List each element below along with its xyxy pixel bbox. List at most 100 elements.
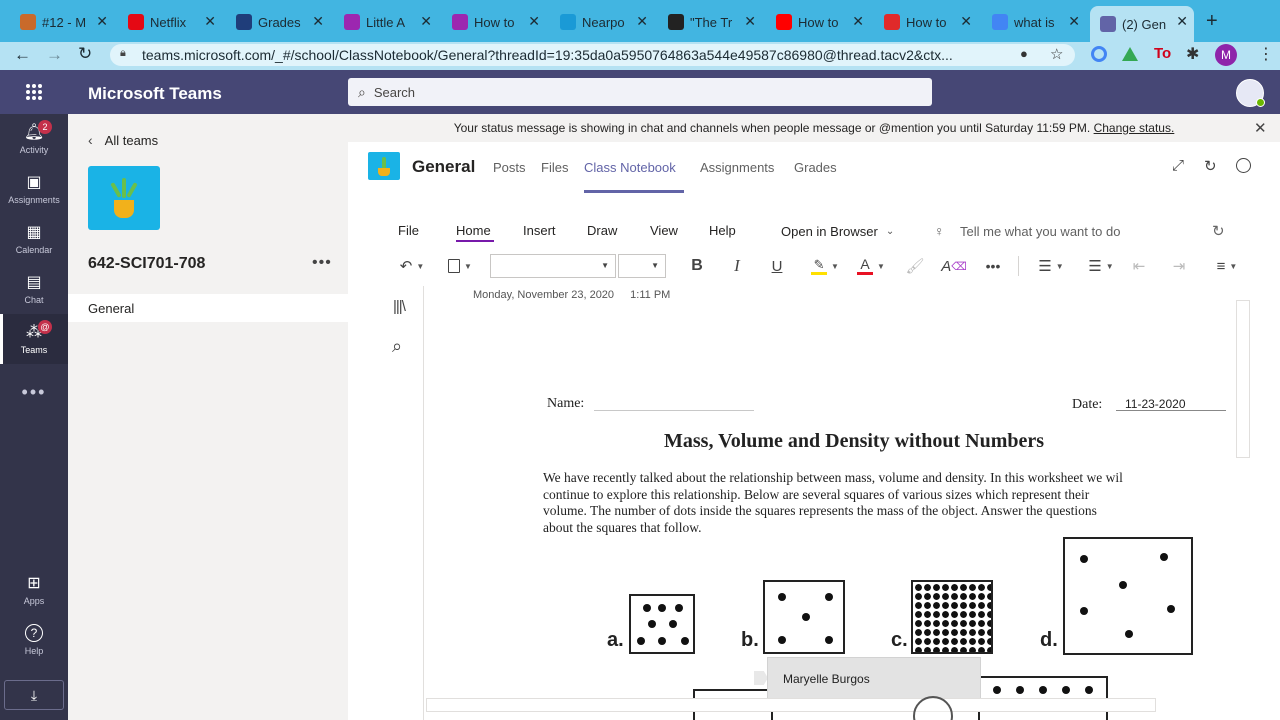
- close-tab-icon[interactable]: ✕: [852, 13, 864, 30]
- extension-google-icon[interactable]: [1091, 46, 1107, 62]
- more-options-button[interactable]: •••: [982, 256, 1004, 276]
- browser-tab[interactable]: Little A ✕: [334, 6, 438, 38]
- bookmark-star-icon[interactable]: ☆: [1050, 45, 1063, 63]
- font-size-select[interactable]: ▼: [618, 254, 666, 278]
- app-launcher-icon[interactable]: [26, 84, 42, 100]
- menu-help[interactable]: Help: [709, 223, 736, 238]
- menu-home[interactable]: Home: [456, 223, 491, 238]
- menu-file[interactable]: File: [398, 223, 419, 238]
- vertical-scrollbar[interactable]: [1236, 300, 1250, 458]
- close-tab-icon[interactable]: ✕: [1176, 13, 1188, 30]
- rail-item-activity[interactable]: 🔔︎ Activity 2: [0, 114, 68, 164]
- extension-drive-icon[interactable]: [1122, 47, 1138, 61]
- close-tab-icon[interactable]: ✕: [636, 13, 648, 30]
- browser-tab[interactable]: Nearpo ✕: [550, 6, 654, 38]
- font-family-select[interactable]: ▼: [490, 254, 616, 278]
- underline-button[interactable]: U: [766, 256, 788, 276]
- tab-posts[interactable]: Posts: [493, 160, 526, 175]
- expand-icon[interactable]: ⤢: [1172, 157, 1184, 174]
- all-teams-link[interactable]: ‹ All teams: [88, 132, 158, 148]
- new-tab-button[interactable]: +: [1206, 10, 1218, 33]
- bold-button[interactable]: B: [686, 256, 708, 276]
- close-tab-icon[interactable]: ✕: [744, 13, 756, 30]
- extension-t-icon[interactable]: To: [1154, 45, 1171, 62]
- channel-general[interactable]: General: [68, 294, 348, 322]
- tab-grades[interactable]: Grades: [794, 160, 837, 175]
- change-status-link[interactable]: Change status.: [1094, 121, 1175, 135]
- tell-me-input[interactable]: Tell me what you want to do: [960, 224, 1120, 239]
- tab-assignments[interactable]: Assignments: [700, 160, 774, 175]
- clear-format-icon: A: [941, 257, 952, 275]
- font-color-button[interactable]: A ▼: [852, 256, 890, 276]
- browser-tab[interactable]: Grades ✕: [226, 6, 330, 38]
- refresh-icon[interactable]: ↻: [1204, 157, 1217, 175]
- date-line: [1116, 410, 1226, 411]
- browser-tab[interactable]: How to ✕: [442, 6, 546, 38]
- back-button[interactable]: ←: [14, 45, 31, 65]
- close-tab-icon[interactable]: ✕: [1068, 13, 1080, 30]
- browser-tab-label: #12 - M: [42, 14, 87, 30]
- rail-item-apps[interactable]: ⊞ Apps: [0, 565, 68, 615]
- menu-insert[interactable]: Insert: [523, 223, 556, 238]
- profile-avatar[interactable]: M: [1215, 44, 1237, 66]
- browser-tab[interactable]: How to ✕: [874, 6, 978, 38]
- rail-item-teams[interactable]: ⁂ Teams @: [0, 314, 68, 364]
- close-tab-icon[interactable]: ✕: [528, 13, 540, 30]
- netflix-icon: [128, 14, 144, 30]
- horizontal-scrollbar[interactable]: [426, 698, 1156, 712]
- bullets-button[interactable]: ☰ ▼: [1032, 256, 1070, 276]
- menu-view[interactable]: View: [650, 223, 678, 238]
- close-tab-icon[interactable]: ✕: [96, 13, 108, 30]
- team-more-options-icon[interactable]: •••: [312, 254, 332, 272]
- clear-formatting-button[interactable]: A ⌫: [941, 256, 967, 276]
- notebook-side-panel: |||\ ⌕: [348, 286, 424, 720]
- browser-tab[interactable]: what is ✕: [982, 6, 1086, 38]
- browser-menu-icon[interactable]: ⋮: [1258, 44, 1274, 64]
- globe-icon[interactable]: [1236, 158, 1251, 173]
- rail-item-assignments[interactable]: ▣ Assignments: [0, 164, 68, 214]
- square-label-d: d.: [1040, 629, 1058, 651]
- close-tab-icon[interactable]: ✕: [420, 13, 432, 30]
- rail-item-label: Activity: [19, 145, 49, 155]
- open-in-browser-button[interactable]: Open in Browser ⌄: [781, 224, 894, 239]
- browser-tab[interactable]: How to ✕: [766, 6, 870, 38]
- download-app-button[interactable]: ⤓: [4, 680, 64, 710]
- rail-item-help[interactable]: ? Help: [0, 615, 68, 665]
- url-field[interactable]: 🔒︎ teams.microsoft.com/_#/school/ClassNo…: [110, 44, 1075, 66]
- browser-tab[interactable]: #12 - M ✕: [10, 6, 114, 38]
- browser-tab[interactable]: Netflix ✕: [118, 6, 222, 38]
- close-tab-icon[interactable]: ✕: [312, 13, 324, 30]
- menu-draw[interactable]: Draw: [587, 223, 617, 238]
- search-input[interactable]: ⌕ Search: [348, 78, 932, 106]
- mic-icon[interactable]: ●: [1020, 46, 1028, 61]
- browser-tab[interactable]: "The Tr ✕: [658, 6, 762, 38]
- rail-item-calendar[interactable]: ▦ Calendar: [0, 214, 68, 264]
- decrease-indent-button[interactable]: ⇤: [1128, 256, 1150, 276]
- extensions-puzzle-icon[interactable]: ✱: [1186, 44, 1199, 64]
- square-label-a: a.: [607, 629, 624, 651]
- browser-tab[interactable]: (2) Gen ✕: [1090, 6, 1194, 42]
- notebook-library-icon[interactable]: |||\: [393, 298, 406, 315]
- chevron-down-icon: ▼: [1055, 261, 1064, 271]
- more-apps-icon[interactable]: •••: [0, 382, 68, 402]
- paste-button[interactable]: ▼: [442, 256, 478, 276]
- increase-indent-button[interactable]: ⇥: [1168, 256, 1190, 276]
- close-tab-icon[interactable]: ✕: [204, 13, 216, 30]
- rail-item-chat[interactable]: ▤ Chat: [0, 264, 68, 314]
- date-value: 11-23-2020: [1125, 397, 1186, 411]
- tab-files[interactable]: Files: [541, 160, 568, 175]
- reload-button[interactable]: ↻: [78, 44, 92, 64]
- highlight-button[interactable]: ✎ ▼: [806, 256, 844, 276]
- active-indicator: [0, 314, 3, 364]
- numbering-button[interactable]: ☰ ▼: [1082, 256, 1120, 276]
- close-banner-icon[interactable]: ✕: [1254, 119, 1267, 137]
- notebook-search-icon[interactable]: ⌕: [392, 336, 402, 357]
- italic-button[interactable]: I: [726, 256, 748, 276]
- forward-button[interactable]: →: [46, 45, 63, 65]
- sync-icon[interactable]: ↻: [1212, 222, 1225, 240]
- undo-button[interactable]: ↶ ▼: [394, 256, 430, 276]
- close-tab-icon[interactable]: ✕: [960, 13, 972, 30]
- tab-class-notebook[interactable]: Class Notebook: [584, 160, 676, 175]
- align-button[interactable]: ≡ ▼: [1208, 256, 1246, 276]
- format-painter-button[interactable]: 🖌︎: [904, 256, 926, 276]
